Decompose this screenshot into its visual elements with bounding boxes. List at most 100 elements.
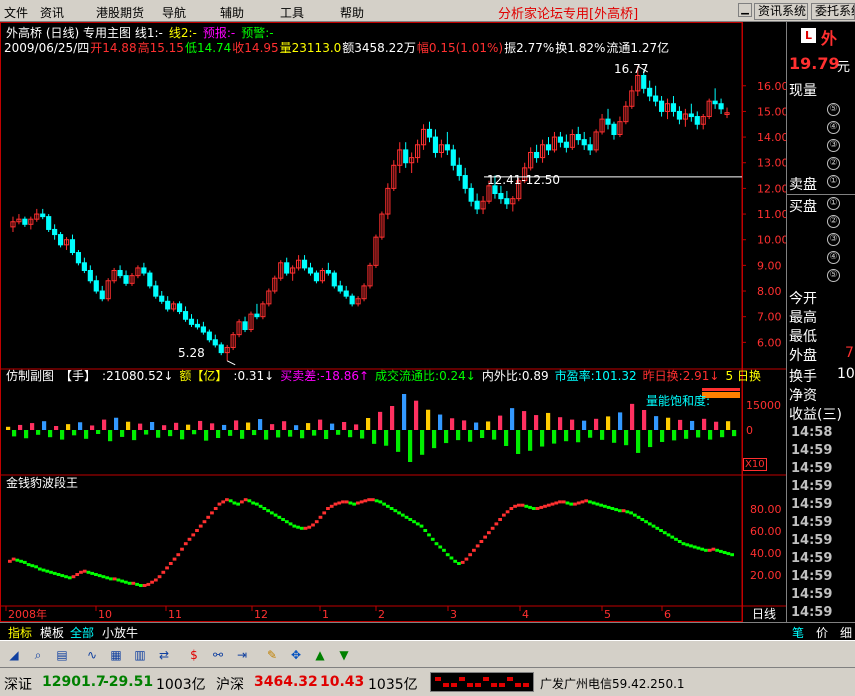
analysis-icon[interactable]: ◢ bbox=[4, 646, 24, 664]
tab-all[interactable]: 全部 bbox=[70, 624, 94, 641]
high-annotation: 16.77 bbox=[614, 62, 649, 76]
wave-point bbox=[483, 535, 488, 539]
strength-bar bbox=[451, 683, 457, 687]
tab-detail[interactable]: 细 bbox=[840, 624, 852, 641]
info-item-9: 换1.82% bbox=[555, 41, 606, 55]
minimize-icon[interactable]: ▁ bbox=[738, 3, 752, 17]
wave-point bbox=[131, 581, 136, 585]
wave-point bbox=[490, 526, 495, 530]
wave-point bbox=[67, 576, 72, 580]
buy-level-4: ④ bbox=[827, 251, 840, 264]
wave-point bbox=[341, 500, 345, 504]
trade-system-button[interactable]: 委托系统 bbox=[811, 3, 855, 20]
candle-body bbox=[99, 290, 105, 300]
up-arrow-icon[interactable]: ▲ bbox=[310, 646, 330, 664]
volume-bar bbox=[648, 430, 653, 448]
tab-price[interactable]: 价 bbox=[816, 624, 828, 641]
wave-point bbox=[45, 569, 50, 573]
candle-body bbox=[545, 144, 552, 151]
wave-point bbox=[666, 533, 671, 537]
move-icon[interactable]: ✥ bbox=[286, 646, 306, 664]
news-system-button[interactable]: 资讯系统 bbox=[754, 3, 808, 20]
candle-body bbox=[426, 128, 433, 138]
volume-bar bbox=[66, 424, 71, 430]
chart-canvas[interactable]: 16.0015.0014.0013.0012.0011.0010.009.008… bbox=[0, 22, 786, 622]
wave-point bbox=[326, 507, 330, 510]
wave-point bbox=[86, 570, 91, 574]
wave-point bbox=[344, 500, 349, 504]
wave-point bbox=[352, 502, 357, 506]
wave-point bbox=[288, 522, 293, 526]
buy-level-2: ② bbox=[827, 215, 840, 228]
wave-point bbox=[299, 526, 304, 530]
volume-bar bbox=[426, 409, 431, 430]
wave-point bbox=[397, 511, 401, 515]
tab-templates[interactable]: 模板 bbox=[40, 624, 64, 641]
candle-body bbox=[343, 290, 349, 297]
export-icon[interactable]: ⇥ bbox=[232, 646, 252, 664]
wave-point bbox=[711, 547, 716, 551]
earnings-label: 收益(三) bbox=[789, 407, 842, 423]
volume-bar bbox=[42, 421, 47, 430]
volume-saturation-label: 量能饱和度: bbox=[646, 394, 711, 408]
candle-body bbox=[301, 259, 308, 269]
sell-level-1: ① bbox=[827, 175, 840, 188]
wave-point bbox=[558, 500, 562, 504]
volume-bar bbox=[372, 430, 377, 444]
volume-bar bbox=[354, 424, 359, 430]
candle-body bbox=[498, 193, 504, 200]
stock-name: 外 bbox=[821, 29, 838, 48]
menu-item-hk-futures[interactable]: 港股期货 bbox=[96, 4, 144, 21]
volume-bar bbox=[36, 430, 41, 435]
wave-point bbox=[719, 549, 723, 553]
wave-point bbox=[445, 553, 450, 557]
bsi-icon[interactable]: ▦ bbox=[106, 646, 126, 664]
range-annotation: 12.41-12.50 bbox=[487, 173, 561, 187]
tab-indicators[interactable]: 指标 bbox=[8, 624, 32, 641]
down-arrow-icon[interactable]: ▼ bbox=[334, 646, 354, 664]
menu-item-tools[interactable]: 工具 bbox=[280, 4, 304, 21]
wave-point bbox=[64, 575, 68, 579]
info-item-3: 低14.74 bbox=[184, 41, 232, 55]
menu-item-help[interactable]: 帮助 bbox=[340, 4, 364, 21]
chart-icon[interactable]: ▥ bbox=[130, 646, 150, 664]
volume-bar bbox=[90, 425, 95, 430]
volume-bar bbox=[384, 430, 389, 446]
wave-point bbox=[505, 510, 510, 514]
volume-bar bbox=[552, 430, 557, 444]
volume-bar bbox=[474, 422, 479, 430]
wave-point bbox=[704, 548, 708, 552]
chart-area[interactable]: 16.00 15.00 14.00 13.00 12.00 11.00 10.00 9.00 8… bbox=[0, 22, 786, 622]
menu-item-assist[interactable]: 辅助 bbox=[220, 4, 244, 21]
tab-xiaofangniu[interactable]: 小放牛 bbox=[102, 624, 138, 641]
search-icon[interactable]: ⌕ bbox=[28, 646, 48, 664]
strength-bar bbox=[523, 683, 529, 687]
link-icon[interactable]: ⚯ bbox=[208, 646, 228, 664]
sub-chart-header: 仿制副图 【手】:21080.52↓ 额【亿】:0.31↓ 买卖差:-18.86↑ 成交… bbox=[6, 369, 767, 383]
money-icon[interactable]: $ bbox=[184, 646, 204, 664]
volume-bar bbox=[60, 430, 65, 440]
wave-icon[interactable]: ∿ bbox=[82, 646, 102, 664]
wave-point bbox=[105, 576, 110, 580]
wave-point bbox=[662, 531, 667, 535]
wave-point bbox=[427, 533, 431, 537]
tab-trades[interactable]: 笔 bbox=[792, 624, 804, 641]
volume-bar bbox=[126, 421, 131, 430]
candle-body bbox=[658, 100, 665, 112]
wave-point bbox=[603, 504, 607, 508]
menu-item-news[interactable]: 资讯 bbox=[40, 4, 64, 21]
menu-item-navigate[interactable]: 导航 bbox=[162, 4, 186, 21]
wave-point bbox=[513, 504, 517, 508]
sync-icon[interactable]: ⇄ bbox=[154, 646, 174, 664]
wave-point bbox=[240, 500, 244, 504]
wave-point bbox=[629, 511, 633, 515]
volume-bar bbox=[486, 421, 491, 430]
wave-point bbox=[464, 557, 469, 561]
menu-item-file[interactable]: 文件 bbox=[4, 4, 28, 21]
wave-point bbox=[202, 520, 207, 524]
pen-icon[interactable]: ✎ bbox=[262, 646, 282, 664]
candle-body bbox=[57, 234, 64, 246]
quote-panel: L 外 19.79 元 现量 ⑤ ④ ③ ② 卖盘 ① 买盘 ① ② ③ ④ ⑤… bbox=[786, 22, 855, 622]
tick-time: 14:59 bbox=[791, 587, 833, 602]
etf-icon[interactable]: ▤ bbox=[52, 646, 72, 664]
